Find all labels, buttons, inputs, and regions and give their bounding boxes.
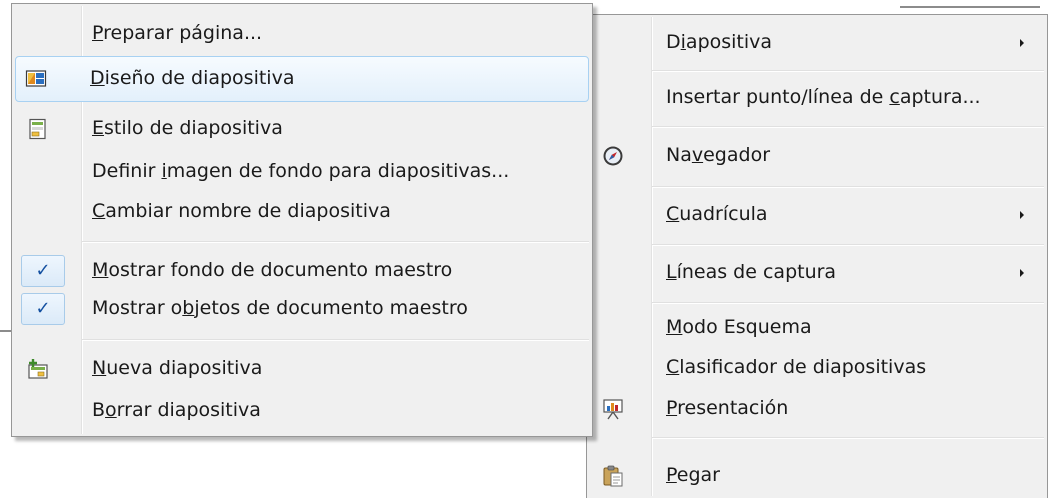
menu-item-borrar-diapositiva[interactable]: Borrar diapositiva [15, 391, 589, 431]
menu-item-preparar-pagina[interactable]: Preparar página... [15, 14, 589, 54]
menu-item-mostrar-fondo-maestro[interactable]: ✓ Mostrar fondo de documento maestro [15, 251, 589, 291]
menu-item-label: Pegar [666, 464, 720, 486]
checkmark-icon: ✓ [21, 255, 65, 287]
menu-item-modo-esquema[interactable]: Modo Esquema [590, 308, 1044, 348]
navigator-compass-icon [602, 145, 624, 167]
menu-item-label: Cuadrícula [666, 203, 768, 225]
slide-layout-icon [25, 68, 47, 90]
menu-item-cambiar-nombre[interactable]: Cambiar nombre de diapositiva [15, 192, 589, 232]
menu-item-label: Diapositiva [666, 31, 773, 53]
menu-separator [652, 437, 1044, 438]
menu-item-label: Mostrar fondo de documento maestro [92, 259, 453, 281]
menu-item-definir-imagen-de-fondo[interactable]: Definir imagen de fondo para diapositiva… [15, 152, 589, 192]
menu-item-label: Preparar página... [92, 22, 263, 44]
menu-item-clasificador[interactable]: Clasificador de diapositivas [590, 348, 1044, 388]
submenu-arrow-icon [1020, 39, 1024, 47]
menu-item-cuadricula[interactable]: Cuadrícula [590, 190, 1044, 240]
menu-item-label: Nueva diapositiva [92, 357, 263, 379]
menu-item-diapositiva[interactable]: Diapositiva [590, 20, 1044, 66]
menu-item-label: Definir imagen de fondo para diapositiva… [92, 160, 510, 182]
menu-item-label: Navegador [666, 144, 770, 166]
context-menu: Diapositiva Insertar punto/línea de capt… [586, 14, 1048, 498]
submenu-arrow-icon [1020, 211, 1024, 219]
menu-item-label: Borrar diapositiva [92, 399, 261, 421]
menu-separator [82, 241, 589, 242]
menu-item-label: Mostrar objetos de documento maestro [92, 297, 468, 319]
slide-style-icon [27, 118, 49, 140]
menu-item-label: Cambiar nombre de diapositiva [92, 200, 391, 222]
menu-item-estilo-de-diapositiva[interactable]: Estilo de diapositiva [15, 106, 589, 152]
menu-item-diseno-de-diapositiva[interactable]: Diseño de diapositiva [15, 56, 589, 102]
menu-item-presentacion[interactable]: Presentación [590, 389, 1044, 429]
menu-item-mostrar-objetos-maestro[interactable]: ✓ Mostrar objetos de documento maestro [15, 289, 589, 329]
background-top-line [900, 6, 1040, 8]
paste-icon [602, 465, 624, 487]
menu-separator [82, 339, 589, 340]
menu-item-label: Estilo de diapositiva [92, 117, 283, 139]
menu-item-label: Líneas de captura [666, 261, 837, 283]
menu-item-label: Diseño de diapositiva [90, 67, 295, 89]
new-slide-icon [27, 358, 49, 380]
background-line [0, 330, 11, 332]
menu-separator [652, 244, 1044, 245]
menu-item-label: Presentación [666, 397, 789, 419]
submenu-arrow-icon [1020, 269, 1024, 277]
menu-item-insertar-punto-linea[interactable]: Insertar punto/línea de captura... [590, 75, 1044, 121]
menu-item-lineas-de-captura[interactable]: Líneas de captura [590, 248, 1044, 298]
menu-separator [652, 302, 1044, 303]
menu-separator [652, 70, 1044, 71]
submenu-diapositiva: Preparar página... Diseño de diapositiva… [11, 3, 593, 437]
menu-item-label: Clasificador de diapositivas [666, 356, 927, 378]
menu-item-label: Modo Esquema [666, 316, 812, 338]
menu-item-pegar[interactable]: Pegar [590, 456, 1044, 496]
menu-separator [652, 186, 1044, 187]
menu-item-navegador[interactable]: Navegador [590, 131, 1044, 181]
checkmark-icon: ✓ [21, 293, 65, 325]
menu-item-nueva-diapositiva[interactable]: Nueva diapositiva [15, 348, 589, 390]
menu-item-label: Insertar punto/línea de captura... [666, 86, 981, 108]
menu-separator [652, 126, 1044, 127]
presentation-icon [602, 398, 624, 420]
